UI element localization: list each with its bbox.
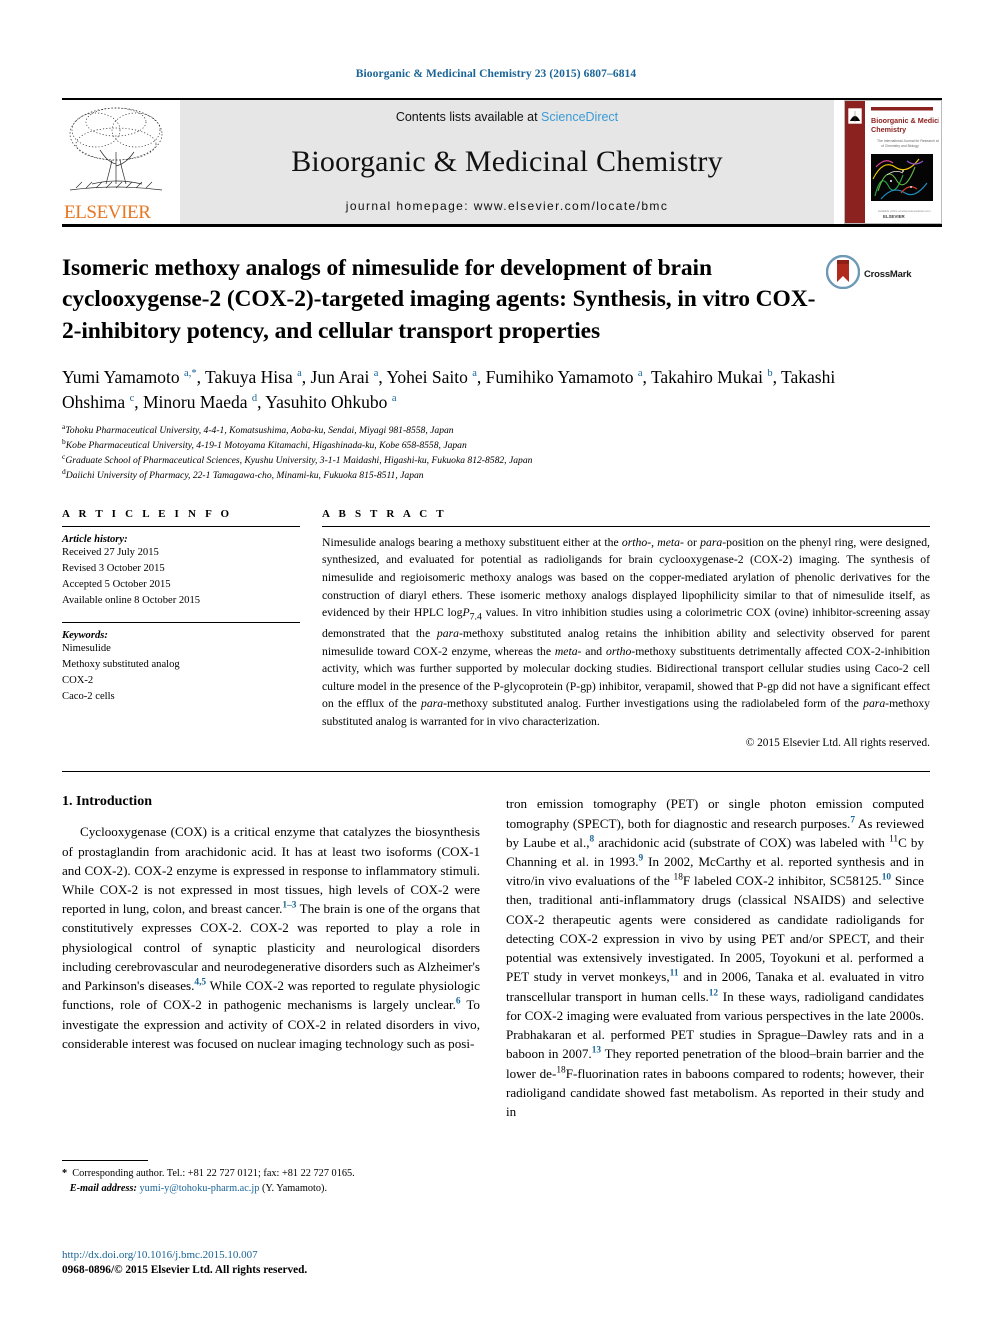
journal-homepage[interactable]: journal homepage: www.elsevier.com/locat… — [346, 199, 668, 213]
affiliation-item: dDaiichi University of Pharmacy, 22-1 Ta… — [62, 468, 930, 484]
crossmark-badge[interactable]: CrossMark — [825, 254, 930, 294]
affiliation-text: Kobe Pharmaceutical University, 4-19-1 M… — [65, 440, 467, 452]
corresponding-author-note: * Corresponding author. Tel.: +81 22 727… — [62, 1168, 355, 1179]
email-note: E-mail address: yumi-y@tohoku-pharm.ac.j… — [62, 1181, 480, 1196]
introduction-paragraph-right: tron emission tomography (PET) or single… — [506, 796, 925, 1120]
article-info-column: A R T I C L E I N F O Article history: R… — [62, 508, 300, 749]
section-separator-rule — [62, 771, 930, 773]
keyword-item: COX-2 — [62, 675, 94, 687]
abstract-heading: A B S T R A C T — [322, 507, 447, 520]
article-info-rule — [62, 525, 300, 527]
email-address-label: E-mail address: — [69, 1183, 137, 1195]
masthead-bottom-rule — [62, 224, 942, 227]
info-abstract-section: A R T I C L E I N F O Article history: R… — [62, 508, 930, 749]
contents-available-line: Contents lists available at ScienceDirec… — [396, 110, 618, 124]
article-history-accepted: Accepted 5 October 2015 — [62, 578, 171, 590]
keyword-item: Methoxy substituted analog — [62, 659, 180, 671]
footer-block: http://dx.doi.org/10.1016/j.bmc.2015.10.… — [62, 1248, 562, 1279]
keyword-item: Nimesulide — [62, 643, 111, 655]
issn-copyright: 0968-0896/© 2015 Elsevier Ltd. All right… — [62, 1264, 308, 1277]
article-history-received: Received 27 July 2015 — [62, 546, 159, 558]
doi-link[interactable]: http://dx.doi.org/10.1016/j.bmc.2015.10.… — [62, 1248, 562, 1263]
introduction-paragraph-left: Cyclooxygenase (COX) is a critical enzym… — [62, 824, 480, 1051]
svg-text:Available online at www.scienc: Available online at www.sciencedirect.co… — [878, 209, 931, 213]
affiliation-list: aTohoku Pharmaceutical University, 4-4-1… — [62, 423, 930, 484]
footnote-rule — [62, 1160, 148, 1161]
journal-title: Bioorganic & Medicinal Chemistry — [291, 144, 723, 178]
svg-text:ELSEVIER: ELSEVIER — [883, 214, 906, 219]
corresponding-email-link[interactable]: yumi-y@tohoku-pharm.ac.jp — [140, 1183, 260, 1194]
masthead-center: Contents lists available at ScienceDirec… — [180, 100, 834, 224]
article-history-label: Article history: — [62, 533, 128, 545]
footnote-block: * Corresponding author. Tel.: +81 22 727… — [62, 1160, 480, 1197]
article-info-heading: A R T I C L E I N F O — [62, 507, 233, 520]
svg-text:Chemistry: Chemistry — [871, 125, 906, 134]
affiliation-item: bKobe Pharmaceutical University, 4-19-1 … — [62, 438, 930, 454]
abstract-rule — [322, 525, 930, 527]
affiliation-text: Tohoku Pharmaceutical University, 4-4-1,… — [65, 425, 454, 437]
keywords-label: Keywords: — [62, 630, 108, 642]
running-head: Bioorganic & Medicinal Chemistry 23 (201… — [355, 68, 637, 80]
keywords-rule — [62, 622, 300, 624]
introduction-heading: 1. Introduction — [62, 794, 152, 810]
sciencedirect-link[interactable]: ScienceDirect — [541, 110, 618, 124]
author-list: Yumi Yamamoto a,*, Takuya Hisa a, Jun Ar… — [62, 366, 836, 412]
svg-text:Bioorganic & Medicinal: Bioorganic & Medicinal — [871, 116, 939, 125]
svg-text:The International Journal for: The International Journal for Research a… — [877, 139, 939, 143]
journal-cover-thumbnail: Bioorganic & Medicinal Chemistry The Int… — [844, 100, 942, 224]
body-column-left: 1. Introduction Cyclooxygenase (COX) is … — [62, 794, 480, 1121]
crossmark-icon — [825, 254, 861, 294]
abstract-copyright: © 2015 Elsevier Ltd. All rights reserved… — [745, 737, 930, 750]
affiliation-item: aTohoku Pharmaceutical University, 4-4-1… — [62, 423, 930, 439]
body-columns: 1. Introduction Cyclooxygenase (COX) is … — [62, 794, 930, 1121]
article-page: Bioorganic & Medicinal Chemistry 23 (201… — [0, 0, 992, 1323]
body-column-right: tron emission tomography (PET) or single… — [506, 794, 924, 1121]
article-history-online: Available online 8 October 2015 — [62, 594, 201, 606]
title-block: Isomeric methoxy analogs of nimesulide f… — [62, 253, 930, 347]
crossmark-label: CrossMark — [864, 269, 912, 280]
elsevier-tree-icon — [62, 104, 174, 196]
contents-prefix: Contents lists available at — [395, 110, 542, 124]
article-history-revised: Revised 3 October 2015 — [62, 562, 165, 574]
abstract-column: A B S T R A C T Nimesulide analogs beari… — [322, 508, 930, 749]
article-title: Isomeric methoxy analogs of nimesulide f… — [62, 255, 816, 344]
svg-text:of Chemistry and Biology: of Chemistry and Biology — [881, 144, 919, 148]
journal-masthead: ELSEVIER Contents lists available at Sci… — [62, 98, 942, 227]
elsevier-logo: ELSEVIER — [62, 100, 180, 224]
keyword-item: Caco-2 cells — [62, 691, 115, 703]
affiliation-item: cGraduate School of Pharmaceutical Scien… — [62, 453, 930, 469]
elsevier-wordmark: ELSEVIER — [64, 202, 151, 223]
affiliation-text: Daiichi University of Pharmacy, 22-1 Tam… — [65, 470, 424, 482]
affiliation-text: Graduate School of Pharmaceutical Scienc… — [65, 455, 533, 467]
email-suffix: (Y. Yamamoto). — [261, 1183, 328, 1195]
abstract-body: Nimesulide analogs bearing a methoxy sub… — [322, 535, 931, 728]
